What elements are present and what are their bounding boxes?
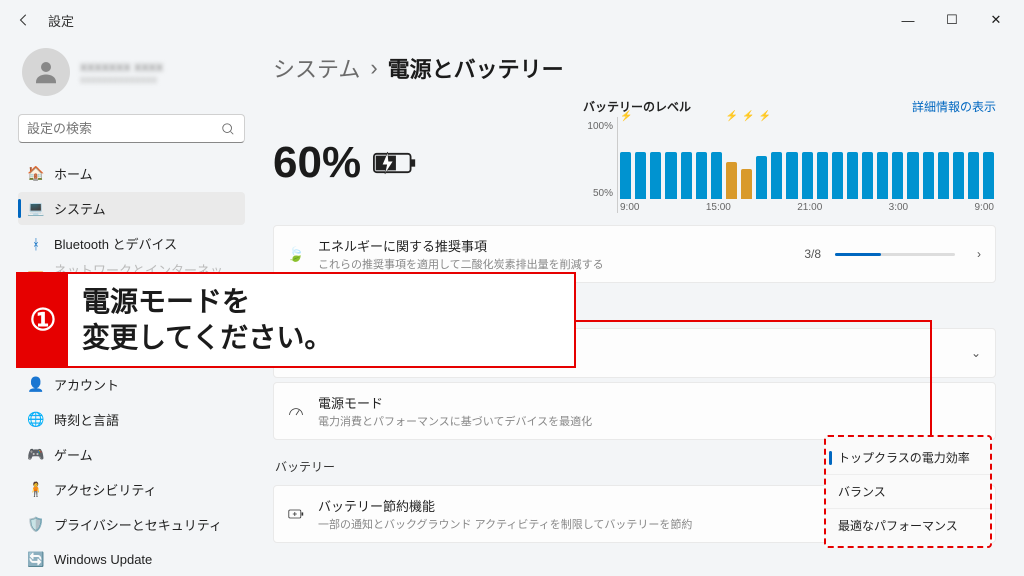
- nav-privacy[interactable]: 🛡️プライバシーとセキュリティ: [18, 508, 245, 541]
- accessibility-icon: 🧍: [28, 482, 44, 498]
- dropdown-opt-balanced[interactable]: バランス: [826, 474, 990, 508]
- maximize-button[interactable]: ☐: [932, 4, 972, 36]
- saver-sub: 一部の通知とバックグラウンド アクティビティを制限してバッテリーを節約: [318, 516, 843, 532]
- globe-icon: 🌐: [28, 412, 44, 428]
- power-mode-dropdown[interactable]: トップクラスの電力効率 バランス 最適なパフォーマンス: [824, 435, 992, 548]
- breadcrumb-parent[interactable]: システム: [273, 52, 360, 84]
- callout-line-2: 変更してください。: [82, 320, 560, 356]
- person-icon: 👤: [28, 377, 44, 393]
- nav-bluetooth[interactable]: ᚼBluetooth とデバイス: [18, 227, 245, 260]
- profile-name: xxxxxxx xxxx: [80, 59, 163, 74]
- energy-sub: これらの推奨事項を適用して二酸化炭素排出量を削減する: [318, 256, 790, 272]
- home-icon: 🏠: [28, 166, 44, 182]
- back-button[interactable]: [8, 4, 40, 36]
- nav-update[interactable]: 🔄Windows Update: [18, 543, 245, 576]
- energy-count: 3/8: [804, 247, 821, 261]
- chevron-right-icon: ›: [977, 247, 981, 261]
- nav-accessibility[interactable]: 🧍アクセシビリティ: [18, 473, 245, 506]
- app-title: 設定: [48, 11, 74, 30]
- dropdown-opt-efficiency[interactable]: トップクラスの電力効率: [826, 441, 990, 474]
- search-box[interactable]: [18, 114, 245, 143]
- energy-progress: [835, 253, 955, 256]
- update-icon: 🔄: [28, 552, 44, 568]
- breadcrumb-sep: ›: [370, 55, 377, 81]
- system-icon: 💻: [28, 201, 44, 217]
- gamepad-icon: 🎮: [28, 447, 44, 463]
- instruction-callout: ① 電源モードを 変更してください。: [16, 272, 576, 368]
- bluetooth-icon: ᚼ: [28, 236, 44, 252]
- leaf-icon: 🍃: [288, 246, 304, 262]
- profile[interactable]: xxxxxxx xxxx xxxxxxxxxxxxxx: [18, 40, 245, 112]
- battery-charging-icon: [373, 138, 417, 188]
- battery-chart: 100% 50% ⚡⚡⚡⚡ 9:0015:0021:003:009:00: [583, 117, 996, 213]
- breadcrumb-current: 電源とバッテリー: [388, 52, 564, 84]
- callout-number: ①: [18, 274, 68, 366]
- dropdown-opt-performance[interactable]: 最適なパフォーマンス: [826, 508, 990, 542]
- minimize-button[interactable]: —: [888, 4, 928, 36]
- battery-percent: 60%: [273, 138, 361, 188]
- callout-line-1: 電源モードを: [82, 284, 560, 320]
- search-icon: [220, 121, 236, 137]
- chevron-down-icon: ⌄: [971, 346, 981, 360]
- battery-saver-icon: [288, 506, 304, 522]
- search-input[interactable]: [27, 121, 220, 136]
- nav-home[interactable]: 🏠ホーム: [18, 157, 245, 190]
- avatar: [22, 48, 70, 96]
- nav-gaming[interactable]: 🎮ゲーム: [18, 438, 245, 471]
- energy-title: エネルギーに関する推奨事項: [318, 236, 790, 255]
- gauge-icon: [288, 403, 304, 419]
- callout-arrow: [576, 320, 932, 436]
- nav-accounts[interactable]: 👤アカウント: [18, 368, 245, 401]
- saver-title: バッテリー節約機能: [318, 496, 843, 515]
- close-button[interactable]: ✕: [976, 4, 1016, 36]
- profile-email: xxxxxxxxxxxxxx: [80, 74, 163, 86]
- breadcrumb: システム › 電源とバッテリー: [273, 52, 996, 84]
- shield-icon: 🛡️: [28, 517, 44, 533]
- nav-time[interactable]: 🌐時刻と言語: [18, 403, 245, 436]
- nav-system[interactable]: 💻システム: [18, 192, 245, 225]
